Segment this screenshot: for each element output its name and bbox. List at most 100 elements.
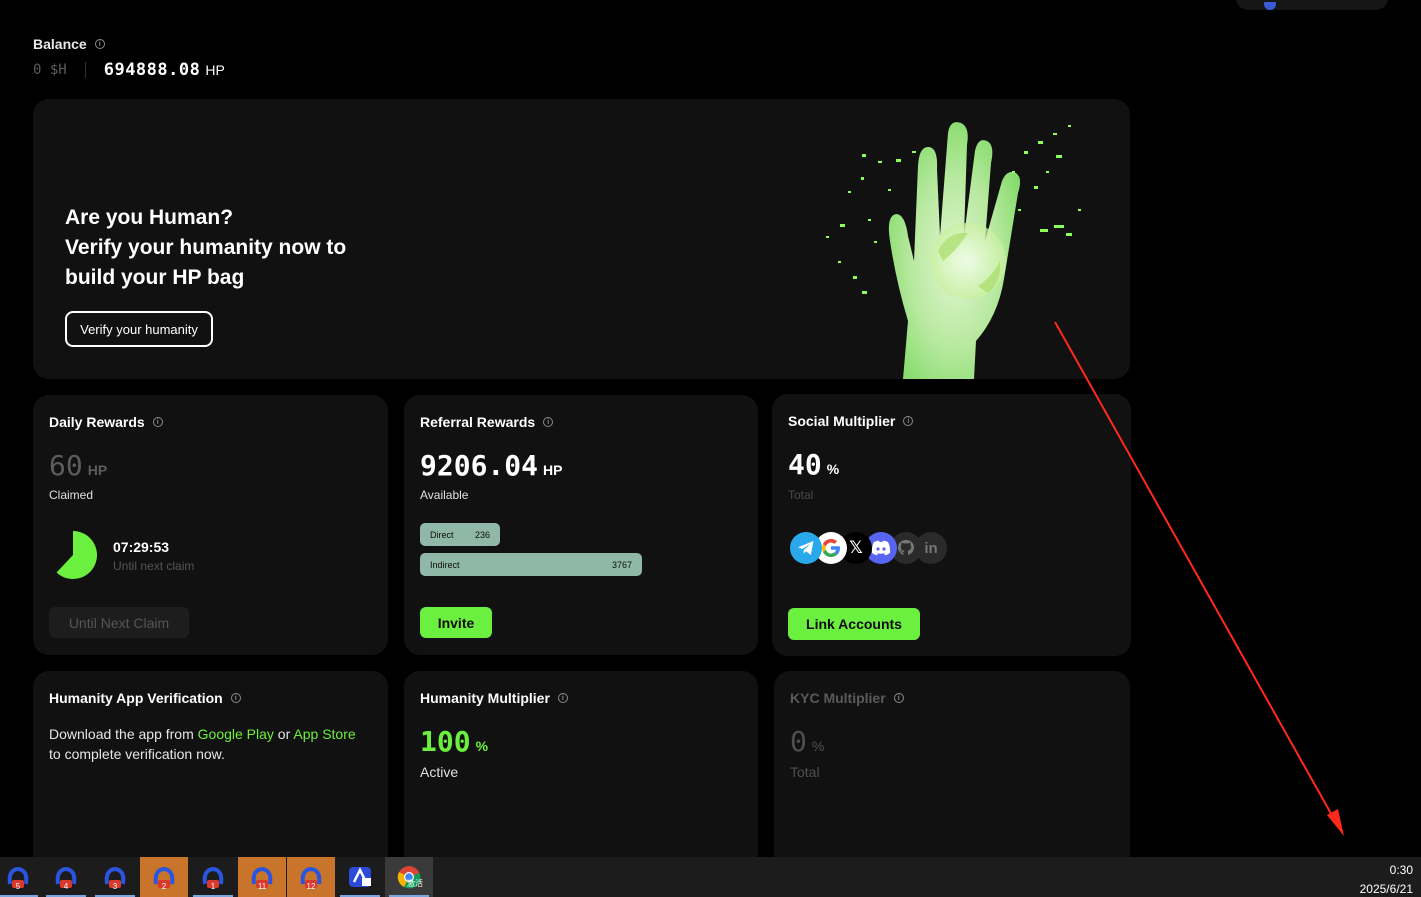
taskbar: 5 4 3 2 1 11 12 激活 0:30 2025/6/21 xyxy=(0,857,1421,897)
referral-rewards-card: Referral Rewards i 9206.04 HP Available … xyxy=(404,395,758,655)
social-multiplier-card: Social Multiplier i 40 % Total in 𝕏 Link… xyxy=(772,394,1131,656)
kyc-title-text: KYC Multiplier xyxy=(790,690,886,706)
humanity-multiplier-card: Humanity Multiplier i 100 % Active xyxy=(404,671,758,871)
direct-label: Direct xyxy=(430,529,454,540)
balance-title: Balance i xyxy=(33,36,225,52)
app-store-link[interactable]: App Store xyxy=(293,726,355,742)
telegram-icon[interactable] xyxy=(790,532,822,564)
kyc-value-unit: % xyxy=(811,738,825,754)
humanity-app-description: Download the app from Google Play or App… xyxy=(49,724,359,764)
info-icon[interactable]: i xyxy=(557,693,568,703)
avatar xyxy=(1264,2,1276,10)
github-glyph xyxy=(898,540,914,555)
kyc-value-number: 0 xyxy=(790,725,807,758)
profile-number: 4 xyxy=(63,882,69,891)
info-icon[interactable]: i xyxy=(230,693,241,703)
referral-rewards-title-text: Referral Rewards xyxy=(420,414,536,430)
until-next-claim-button[interactable]: Until Next Claim xyxy=(49,607,189,638)
google-play-link[interactable]: Google Play xyxy=(198,726,274,742)
telegram-glyph xyxy=(798,541,814,555)
kyc-status: Total xyxy=(790,764,820,780)
referral-status: Available xyxy=(420,488,469,502)
humanity-app-title-text: Humanity App Verification xyxy=(49,690,223,706)
social-status: Total xyxy=(788,488,814,502)
sh-balance: 0 $H xyxy=(33,62,67,78)
link-accounts-button[interactable]: Link Accounts xyxy=(788,608,920,640)
linkedin-glyph: in xyxy=(924,539,938,557)
taskbar-app-blue[interactable] xyxy=(336,857,384,897)
social-value: 40 % xyxy=(788,448,839,481)
daily-value: 60 HP xyxy=(49,449,107,482)
verify-banner: Are you Human? Verify your humanity now … xyxy=(33,99,1130,379)
humanity-multiplier-title: Humanity Multiplier i xyxy=(420,690,568,706)
info-icon[interactable]: i xyxy=(94,39,105,49)
social-multiplier-title-text: Social Multiplier xyxy=(788,413,896,429)
taskbar-profile-1[interactable]: 1 xyxy=(189,857,237,897)
social-icons-row: in 𝕏 xyxy=(790,532,950,564)
kyc-value: 0 % xyxy=(790,725,824,758)
banner-line-3: build your HP bag xyxy=(65,266,245,289)
banner-heading: Are you Human? Verify your humanity now … xyxy=(65,203,346,293)
indirect-referrals-bar: Indirect 3767 xyxy=(420,553,642,576)
clock-date: 2025/6/21 xyxy=(1359,882,1413,896)
hp-balance-value: 694888.08 xyxy=(103,60,201,80)
referral-rewards-title: Referral Rewards i xyxy=(420,414,554,430)
discord-glyph xyxy=(871,540,891,556)
referral-value-unit: HP xyxy=(543,462,563,478)
indirect-value: 3767 xyxy=(611,559,632,570)
daily-status: Claimed xyxy=(49,488,94,502)
countdown-label: Until next claim xyxy=(113,559,195,573)
taskbar-chrome[interactable]: 激活 xyxy=(385,857,433,897)
clock-time: 0:30 xyxy=(1389,863,1413,877)
taskbar-profile-11[interactable]: 11 xyxy=(238,857,286,897)
daily-rewards-card: Daily Rewards i 60 HP Claimed 07:29:53 U… xyxy=(33,395,388,655)
social-multiplier-title: Social Multiplier i xyxy=(788,413,914,429)
description-text-end: to complete verification now. xyxy=(49,746,225,762)
daily-value-number: 60 xyxy=(49,449,83,482)
indirect-label: Indirect xyxy=(430,559,460,570)
daily-countdown-pie xyxy=(49,531,97,579)
glowing-hand-illustration xyxy=(826,122,1081,379)
invite-button[interactable]: Invite xyxy=(420,607,492,638)
profile-number: 1 xyxy=(210,882,216,891)
taskbar-profile-3[interactable]: 3 xyxy=(91,857,139,897)
taskbar-profile-5[interactable]: 5 xyxy=(0,857,42,897)
info-icon[interactable]: i xyxy=(543,417,554,427)
taskbar-profile-4[interactable]: 4 xyxy=(42,857,90,897)
info-icon[interactable]: i xyxy=(893,693,904,703)
google-glyph xyxy=(822,539,840,557)
balance-section: Balance i 0 $H 694888.08 HP xyxy=(33,36,225,80)
social-value-unit: % xyxy=(826,461,840,477)
profile-number: 2 xyxy=(161,882,167,891)
daily-value-unit: HP xyxy=(87,462,108,478)
info-icon[interactable]: i xyxy=(152,417,163,427)
hp-balance-unit: HP xyxy=(205,62,225,78)
account-pill[interactable] xyxy=(1236,0,1388,10)
social-value-number: 40 xyxy=(788,448,822,481)
humanity-app-verification-card: Humanity App Verification i Download the… xyxy=(33,671,388,871)
description-or: or xyxy=(273,726,294,742)
taskbar-profile-12[interactable]: 12 xyxy=(287,857,335,897)
humanity-mult-number: 100 xyxy=(420,725,471,758)
taskbar-profile-2[interactable]: 2 xyxy=(140,857,188,897)
balance-label: Balance xyxy=(33,36,87,52)
humanity-mult-status: Active xyxy=(420,764,459,780)
profile-number: 11 xyxy=(257,882,267,891)
divider xyxy=(84,62,86,78)
countdown-timer: 07:29:53 xyxy=(113,539,170,555)
system-clock[interactable]: 0:30 2025/6/21 xyxy=(1360,861,1413,897)
referral-value: 9206.04 HP xyxy=(420,449,562,482)
profile-number: 3 xyxy=(112,882,118,891)
info-icon[interactable]: i xyxy=(903,416,914,426)
daily-rewards-title-text: Daily Rewards xyxy=(49,414,145,430)
verify-humanity-button[interactable]: Verify your humanity xyxy=(65,311,213,347)
referral-value-number: 9206.04 xyxy=(420,449,539,482)
banner-line-2: Verify your humanity now to xyxy=(65,236,347,259)
daily-rewards-title: Daily Rewards i xyxy=(49,414,163,430)
profile-number: 12 xyxy=(306,882,316,891)
kyc-multiplier-title: KYC Multiplier i xyxy=(790,690,904,706)
direct-value: 236 xyxy=(474,529,490,540)
humanity-app-title: Humanity App Verification i xyxy=(49,690,241,706)
humanity-multiplier-title-text: Humanity Multiplier xyxy=(420,690,550,706)
description-text: Download the app from xyxy=(49,726,198,742)
